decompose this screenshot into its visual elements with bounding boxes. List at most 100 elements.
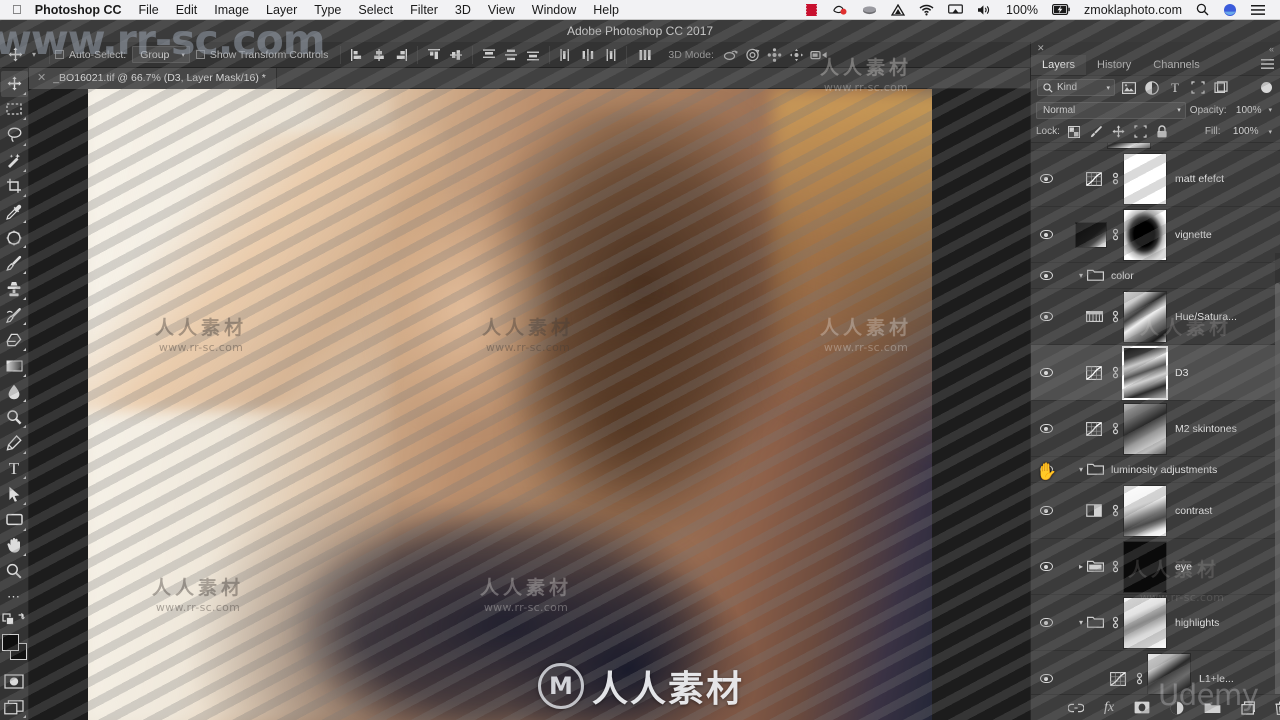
distribute-left-icon[interactable] <box>555 45 577 65</box>
layer-visibility-toggle[interactable] <box>1031 506 1061 515</box>
gradient-tool[interactable] <box>1 353 28 379</box>
tab-history[interactable]: History <box>1086 55 1142 75</box>
volume-icon[interactable] <box>970 4 999 16</box>
layer-mask-thumbnail[interactable] <box>1123 208 1167 261</box>
delete-layer-icon[interactable] <box>1275 699 1280 716</box>
roll-3d-icon[interactable] <box>742 45 764 65</box>
align-top-edges-icon[interactable] <box>423 45 445 65</box>
table-row[interactable]: vignette <box>1031 207 1280 263</box>
fill-value[interactable]: 100% <box>1227 124 1261 140</box>
lock-position-icon[interactable] <box>1111 124 1126 139</box>
curves-icon[interactable] <box>1084 170 1104 188</box>
table-row[interactable]: contrast <box>1031 483 1280 539</box>
eraser-tool[interactable] <box>1 327 28 353</box>
tool-preset-chevron-down-icon[interactable]: ▾ <box>28 50 44 59</box>
apple-icon[interactable]:  <box>0 3 33 16</box>
collapse-panel-icon[interactable]: « <box>1269 44 1274 54</box>
link-mask-icon[interactable] <box>1131 672 1147 685</box>
distribute-top-icon[interactable] <box>478 45 500 65</box>
zoom-tool[interactable] <box>1 558 28 584</box>
layer-thumbnail[interactable] <box>1075 221 1107 248</box>
lock-artboard-icon[interactable] <box>1133 124 1148 139</box>
wifi-icon[interactable] <box>912 4 941 16</box>
layer-visibility-toggle[interactable] <box>1031 618 1061 627</box>
align-horizontal-centers-icon[interactable] <box>368 45 390 65</box>
hue-saturation-icon[interactable] <box>1084 308 1104 326</box>
layer-visibility-toggle[interactable] <box>1031 312 1061 321</box>
rectangle-tool[interactable] <box>1 507 28 533</box>
layer-visibility-toggle[interactable] <box>1031 271 1061 280</box>
curves-icon[interactable] <box>1084 420 1104 438</box>
cloud-icon[interactable] <box>855 4 884 16</box>
chevron-down-icon[interactable]: ▾ <box>1079 618 1083 627</box>
link-mask-icon[interactable] <box>1107 504 1123 517</box>
link-mask-icon[interactable] <box>1107 616 1123 629</box>
brush-tool[interactable] <box>1 250 28 276</box>
chevron-down-icon[interactable]: ▾ <box>1079 465 1083 474</box>
align-right-edges-icon[interactable] <box>390 45 412 65</box>
clone-stamp-tool[interactable] <box>1 276 28 302</box>
layer-mask-thumbnail[interactable] <box>1122 345 1168 400</box>
table-row[interactable]: matt efefct <box>1031 151 1280 207</box>
airplay-icon[interactable] <box>941 3 970 16</box>
color-swatches[interactable] <box>1 633 28 663</box>
table-row[interactable]: ▾ highlights <box>1031 595 1280 651</box>
opacity-chevron-down-icon[interactable]: ▾ <box>1268 106 1275 114</box>
link-mask-icon[interactable] <box>1107 228 1123 241</box>
layer-visibility-toggle[interactable] <box>1031 562 1061 571</box>
menu-view[interactable]: View <box>479 0 523 20</box>
layer-mask-thumbnail[interactable] <box>1107 143 1151 149</box>
brightness-contrast-icon[interactable] <box>1084 502 1104 520</box>
layer-mask-thumbnail[interactable] <box>1147 652 1191 694</box>
drag-3d-icon[interactable] <box>764 45 786 65</box>
filter-toggle-switch[interactable] <box>1261 82 1272 93</box>
new-adjustment-layer-icon[interactable] <box>1170 699 1184 716</box>
user-account-label[interactable]: zmoklaphoto.com <box>1077 3 1189 17</box>
layer-style-fx-icon[interactable]: fx <box>1104 699 1114 716</box>
rotate-3d-icon[interactable] <box>720 45 742 65</box>
menu-file[interactable]: File <box>130 0 167 20</box>
table-row[interactable]: L1+le... <box>1031 651 1280 694</box>
link-mask-icon[interactable] <box>1107 172 1123 185</box>
link-layers-icon[interactable] <box>1067 699 1084 716</box>
menu-type[interactable]: Type <box>306 0 350 20</box>
distribute-spacing-icon[interactable] <box>632 45 658 65</box>
distribute-right-icon[interactable] <box>599 45 621 65</box>
link-mask-icon[interactable] <box>1107 310 1123 323</box>
menu-image[interactable]: Image <box>206 0 258 20</box>
path-selection-tool[interactable] <box>1 481 28 507</box>
adjustment-layer-filter-icon[interactable] <box>1143 79 1161 97</box>
link-mask-icon[interactable] <box>1107 422 1123 435</box>
close-icon[interactable]: ✕ <box>37 72 46 84</box>
layer-mask-thumbnail[interactable] <box>1123 402 1167 455</box>
align-vertical-centers-icon[interactable] <box>445 45 467 65</box>
lock-all-icon[interactable] <box>1155 124 1170 139</box>
quick-mask-icon[interactable] <box>1 669 28 695</box>
table-row[interactable]: ▾ color <box>1031 263 1280 289</box>
crop-tool[interactable] <box>1 174 28 200</box>
chevron-right-icon[interactable]: ▸ <box>1079 562 1083 571</box>
magic-wand-tool[interactable] <box>1 148 28 174</box>
smart-object-filter-icon[interactable] <box>1212 79 1230 97</box>
filter-kind-dropdown[interactable]: Kind ▾ <box>1037 79 1115 96</box>
layer-visibility-toggle[interactable] <box>1031 368 1061 377</box>
layer-visibility-toggle[interactable] <box>1031 174 1061 183</box>
shape-layer-filter-icon[interactable] <box>1189 79 1207 97</box>
google-drive-icon[interactable] <box>884 3 912 16</box>
layer-list[interactable]: matt efefct vignette ▾ color Hue/Satura.… <box>1031 143 1280 694</box>
layer-visibility-toggle[interactable] <box>1031 230 1061 239</box>
layer-mask-thumbnail[interactable] <box>1123 484 1167 537</box>
layer-mask-thumbnail[interactable] <box>1123 290 1167 343</box>
default-and-swap-colors[interactable] <box>1 609 28 631</box>
lasso-tool[interactable] <box>1 122 28 148</box>
menu-select[interactable]: Select <box>350 0 402 20</box>
slide-3d-icon[interactable] <box>786 45 808 65</box>
spot-healing-brush-tool[interactable] <box>1 225 28 251</box>
fill-chevron-down-icon[interactable]: ▾ <box>1268 128 1275 136</box>
table-row[interactable]: ▾ luminosity adjustments <box>1031 457 1280 483</box>
history-brush-tool[interactable] <box>1 302 28 328</box>
notification-center-icon[interactable] <box>1244 4 1272 16</box>
document-tab[interactable]: ✕ _BO16021.tif @ 66.7% (D3, Layer Mask/1… <box>29 67 277 89</box>
document-image[interactable] <box>88 89 932 720</box>
lock-transparency-icon[interactable] <box>1067 124 1082 139</box>
